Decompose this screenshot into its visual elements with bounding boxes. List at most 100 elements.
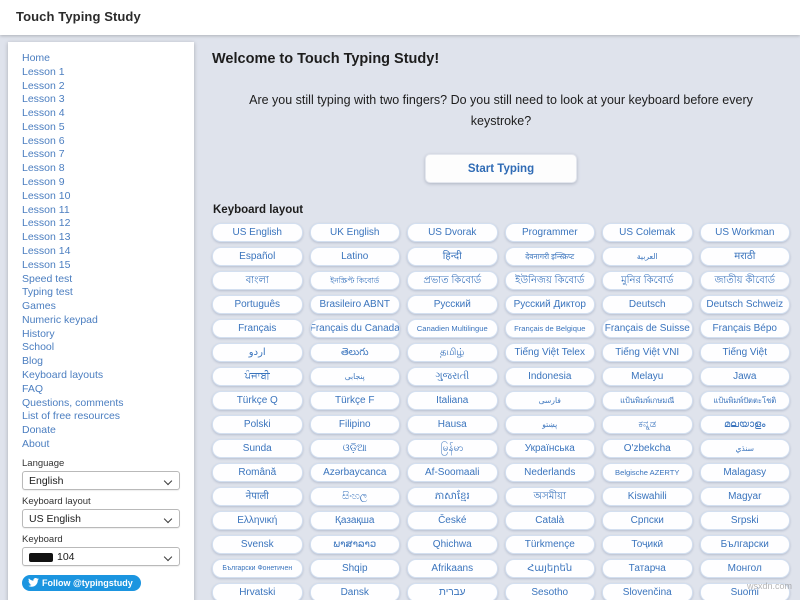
sidebar-item-speed-test[interactable]: Speed test	[22, 273, 72, 286]
sidebar-item-lesson-14[interactable]: Lesson 14	[22, 245, 70, 258]
keyboard-layout-button[interactable]: سنڌي	[699, 439, 790, 458]
keyboard-layout-button[interactable]: Dansk	[309, 583, 400, 600]
keyboard-layout-button[interactable]: UK English	[309, 223, 400, 242]
keyboard-layout-button[interactable]: Tiếng Việt Telex	[504, 343, 595, 362]
keyboard-layout-button[interactable]: Türkmençe	[504, 535, 595, 554]
sidebar-item-lesson-11[interactable]: Lesson 11	[22, 204, 70, 217]
keyboard-layout-button[interactable]: Български	[699, 535, 790, 554]
keyboard-layout-button[interactable]: العربية	[602, 247, 693, 266]
keyboard-layout-button[interactable]: Français de Belgique	[504, 319, 595, 338]
keyboard-layout-button[interactable]: Հայերեն	[504, 559, 595, 578]
keyboard-layout-button[interactable]: US Workman	[699, 223, 790, 242]
sidebar-item-home[interactable]: Home	[22, 52, 50, 65]
keyboard-layout-button[interactable]: ଓଡ଼ିଆ	[309, 439, 400, 458]
keyboard-layout-button[interactable]: Татарча	[602, 559, 693, 578]
keyboard-layout-button[interactable]: জাতীয় কীবোর্ড	[699, 271, 790, 290]
keyboard-layout-button[interactable]: සිංහල	[309, 487, 400, 506]
keyboard-layout-button[interactable]: Қазақша	[309, 511, 400, 530]
keyboard-layout-button[interactable]: Hausa	[407, 415, 498, 434]
start-typing-button[interactable]: Start Typing	[425, 154, 577, 183]
keyboard-layout-button[interactable]: Türkçe F	[309, 391, 400, 410]
keyboard-layout-button[interactable]: বাংলা	[212, 271, 303, 290]
keyboard-layout-button[interactable]: Srpski	[699, 511, 790, 530]
keyboard-layout-button[interactable]: Тоҷикӣ	[602, 535, 693, 554]
keyboard-layout-button[interactable]: US Dvorak	[407, 223, 498, 242]
keyboard-layout-button[interactable]: Български Фонетичен	[212, 559, 303, 578]
keyboard-layout-button[interactable]: Magyar	[699, 487, 790, 506]
keyboard-layout-button[interactable]: Melayu	[602, 367, 693, 386]
sidebar-item-lesson-6[interactable]: Lesson 6	[22, 135, 65, 148]
keyboard-select[interactable]: 104	[22, 546, 180, 566]
keyboard-layout-button[interactable]: Sunda	[212, 439, 303, 458]
keyboard-layout-button[interactable]: پښتو	[504, 415, 595, 434]
keyboard-layout-button[interactable]: देवनागरी इन्स्क्रिप्ट	[504, 247, 595, 266]
keyboard-layout-button[interactable]: ພາສາລາວ	[309, 535, 400, 554]
keyboard-layout-button[interactable]: پنجابی	[309, 367, 400, 386]
sidebar-item-lesson-13[interactable]: Lesson 13	[22, 232, 70, 244]
sidebar-item-donate[interactable]: Donate	[22, 424, 56, 437]
keyboard-layout-button[interactable]: Brasileiro ABNT	[309, 295, 400, 314]
sidebar-item-lesson-12[interactable]: Lesson 12	[22, 218, 70, 230]
keyboard-layout-button[interactable]: মুনির কিবোর্ড	[602, 271, 693, 290]
sidebar-item-school[interactable]: School	[22, 342, 54, 354]
keyboard-layout-button[interactable]: Belgische AZERTY	[602, 463, 693, 482]
keyboard-layout-button[interactable]: Italiana	[407, 391, 498, 410]
keyboard-layout-button[interactable]: Hrvatski	[212, 583, 303, 600]
keyboard-layout-button[interactable]: Tiếng Việt VNI	[602, 343, 693, 362]
keyboard-layout-button[interactable]: தமிழ்	[407, 343, 498, 362]
keyboard-layout-button[interactable]: অসমীয়া	[504, 487, 595, 506]
keyboard-layout-button[interactable]: Qhichwa	[407, 535, 498, 554]
keyboard-layout-button[interactable]: Türkçe Q	[212, 391, 303, 410]
keyboard-layout-button[interactable]: Монгол	[699, 559, 790, 578]
keyboard-layout-button[interactable]: Ελληνική	[212, 511, 303, 530]
sidebar-item-faq[interactable]: FAQ	[22, 383, 43, 396]
keyboard-layout-button[interactable]: Shqip	[309, 559, 400, 578]
keyboard-layout-button[interactable]: Français	[212, 319, 303, 338]
keyboard-layout-button[interactable]: ਪੰਜਾਬੀ	[212, 367, 303, 386]
sidebar-item-lesson-8[interactable]: Lesson 8	[22, 163, 65, 175]
keyboard-layout-button[interactable]: తెలుగు	[309, 343, 400, 362]
sidebar-item-lesson-10[interactable]: Lesson 10	[22, 190, 70, 203]
keyboard-layout-button[interactable]: Azərbaycanca	[309, 463, 400, 482]
sidebar-item-lesson-2[interactable]: Lesson 2	[22, 80, 65, 93]
keyboard-layout-button[interactable]: প্রভাত কিবোর্ড	[407, 271, 498, 290]
keyboard-layout-button[interactable]: Malagasy	[699, 463, 790, 482]
keyboard-layout-button[interactable]: Latino	[309, 247, 400, 266]
keyboard-layout-button[interactable]: แป้นพิมพ์ปัตตะโชติ	[699, 391, 790, 410]
sidebar-item-lesson-3[interactable]: Lesson 3	[22, 94, 65, 106]
keyboard-layout-button[interactable]: മലയാളം	[699, 415, 790, 434]
language-select[interactable]: English	[22, 470, 180, 490]
sidebar-item-blog[interactable]: Blog	[22, 356, 43, 368]
keyboard-layout-button[interactable]: Српски	[602, 511, 693, 530]
keyboard-layout-button[interactable]: Français Bépo	[699, 319, 790, 338]
sidebar-item-typing-test[interactable]: Typing test	[22, 287, 73, 299]
keyboard-layout-button[interactable]: Português	[212, 295, 303, 314]
keyboard-layout-button[interactable]: Slovenčina	[602, 583, 693, 600]
keyboard-layout-select[interactable]: US English	[22, 508, 180, 528]
keyboard-layout-button[interactable]: ગુજરાતી	[407, 367, 498, 386]
keyboard-layout-button[interactable]: ಕನ್ನಡ	[602, 415, 693, 434]
keyboard-layout-button[interactable]: US English	[212, 223, 303, 242]
sidebar-item-list-of-free-resources[interactable]: List of free resources	[22, 411, 120, 423]
sidebar-item-numeric-keypad[interactable]: Numeric keypad	[22, 314, 98, 327]
keyboard-layout-button[interactable]: Українська	[504, 439, 595, 458]
sidebar-item-lesson-9[interactable]: Lesson 9	[22, 176, 65, 189]
sidebar-item-about[interactable]: About	[22, 438, 49, 451]
keyboard-layout-button[interactable]: हिन्दी	[407, 247, 498, 266]
keyboard-layout-button[interactable]: České	[407, 511, 498, 530]
sidebar-item-lesson-1[interactable]: Lesson 1	[22, 66, 65, 79]
twitter-follow-button[interactable]: Follow @typingstudy	[22, 574, 141, 591]
keyboard-layout-button[interactable]: Sesotho	[504, 583, 595, 600]
sidebar-item-history[interactable]: History	[22, 328, 55, 341]
keyboard-layout-button[interactable]: עברית	[407, 583, 498, 600]
keyboard-layout-button[interactable]: اردو	[212, 343, 303, 362]
sidebar-item-lesson-15[interactable]: Lesson 15	[22, 259, 70, 272]
keyboard-layout-button[interactable]: US Colemak	[602, 223, 693, 242]
keyboard-layout-button[interactable]: ইউনিজয় কিবোর্ড	[504, 271, 595, 290]
keyboard-layout-button[interactable]: Svensk	[212, 535, 303, 554]
keyboard-layout-button[interactable]: Deutsch Schweiz	[699, 295, 790, 314]
keyboard-layout-button[interactable]: Kiswahili	[602, 487, 693, 506]
keyboard-layout-button[interactable]: Programmer	[504, 223, 595, 242]
keyboard-layout-button[interactable]: ইনস্ক্রিপ্ট কিবোর্ড	[309, 271, 400, 290]
keyboard-layout-button[interactable]: मराठी	[699, 247, 790, 266]
